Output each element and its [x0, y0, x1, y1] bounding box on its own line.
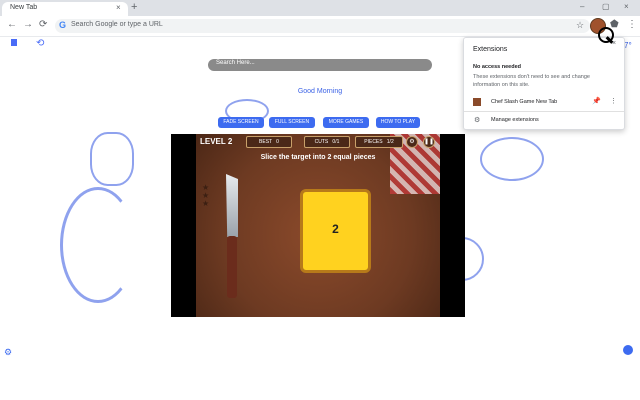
extensions-popup: Extensions × No access needed These exte…	[463, 37, 625, 130]
full-screen-button[interactable]: FULL SCREEN	[269, 117, 315, 128]
forward-icon[interactable]: →	[23, 19, 33, 30]
game-instruction: Slice the target into 2 equal pieces	[260, 154, 376, 161]
pin-icon[interactable]: 📌	[592, 97, 601, 105]
search-input[interactable]: Search Here...	[208, 59, 432, 71]
popup-section-heading: No access needed	[473, 64, 521, 70]
moon-doodle-icon	[60, 187, 136, 303]
rating-stars-icon: ★ ★ ★	[202, 183, 210, 208]
cloud-doodle-icon	[480, 137, 544, 181]
how-to-play-button[interactable]: HOW TO PLAY	[376, 117, 420, 128]
bookmark-icon[interactable]	[11, 39, 17, 46]
knife-icon	[226, 174, 238, 237]
restore-icon[interactable]: ▢	[602, 2, 610, 11]
temperature-text: 7°	[624, 41, 632, 50]
window-close-icon[interactable]: ×	[624, 2, 629, 11]
scribble-doodle-icon	[90, 132, 134, 186]
knife-handle-icon	[227, 236, 237, 298]
game-canvas[interactable]: LEVEL 2 BEST 0 CUTS 0/1 PIECES 1/2 ⚙ ❚❚ …	[196, 134, 440, 317]
browser-toolbar: ← → ⟳ G Search Google or type a URL ☆ ⬟ …	[0, 16, 640, 37]
extension-icon	[473, 98, 481, 106]
omnibox[interactable]: G Search Google or type a URL ☆	[55, 19, 590, 33]
popup-description: These extensions don't need to see and c…	[473, 74, 590, 88]
new-tab-button[interactable]: +	[131, 1, 137, 13]
omnibox-placeholder: Search Google or type a URL	[71, 21, 163, 28]
bookmark-star-icon[interactable]: ☆	[576, 20, 584, 31]
popup-title: Extensions	[473, 46, 508, 53]
back-icon[interactable]: ←	[7, 19, 17, 30]
history-icon[interactable]: ⟲	[36, 38, 44, 49]
extension-name[interactable]: Chef Slash Game New Tab	[491, 99, 557, 105]
info-icon[interactable]	[623, 345, 633, 355]
game-frame[interactable]: LEVEL 2 BEST 0 CUTS 0/1 PIECES 1/2 ⚙ ❚❚ …	[171, 134, 465, 317]
manage-extensions-link[interactable]: Manage extensions	[491, 117, 539, 123]
best-score: BEST 0	[246, 136, 292, 148]
tab-strip: New Tab × + – ▢ ×	[0, 0, 640, 16]
cheese-count: 2	[332, 222, 339, 236]
popup-divider	[464, 111, 624, 112]
tab-new-tab[interactable]: New Tab ×	[2, 2, 128, 16]
cuts-counter: CUTS 0/1	[304, 136, 350, 148]
fade-screen-button[interactable]: FADE SCREEN	[218, 117, 264, 128]
cheese-target[interactable]: 2	[300, 189, 371, 273]
minimize-icon[interactable]: –	[580, 2, 584, 11]
pause-icon[interactable]: ❚❚	[423, 136, 435, 148]
chrome-menu-icon[interactable]: ⋮	[627, 19, 637, 30]
extension-menu-icon[interactable]: ⋮	[610, 97, 617, 105]
level-label: LEVEL 2	[200, 137, 233, 146]
search-placeholder: Search Here...	[216, 60, 255, 66]
reload-icon[interactable]: ⟳	[39, 19, 47, 30]
google-g-icon: G	[59, 20, 67, 30]
settings-gear-icon[interactable]: ⚙	[406, 136, 418, 148]
manage-extensions-gear-icon: ⚙	[474, 117, 481, 124]
settings-icon[interactable]: ⚙	[4, 347, 12, 358]
more-games-button[interactable]: MORE GAMES	[323, 117, 369, 128]
tab-close-icon[interactable]: ×	[116, 3, 121, 12]
tab-title: New Tab	[10, 4, 38, 11]
pieces-counter: PIECES 1/2	[355, 136, 403, 148]
